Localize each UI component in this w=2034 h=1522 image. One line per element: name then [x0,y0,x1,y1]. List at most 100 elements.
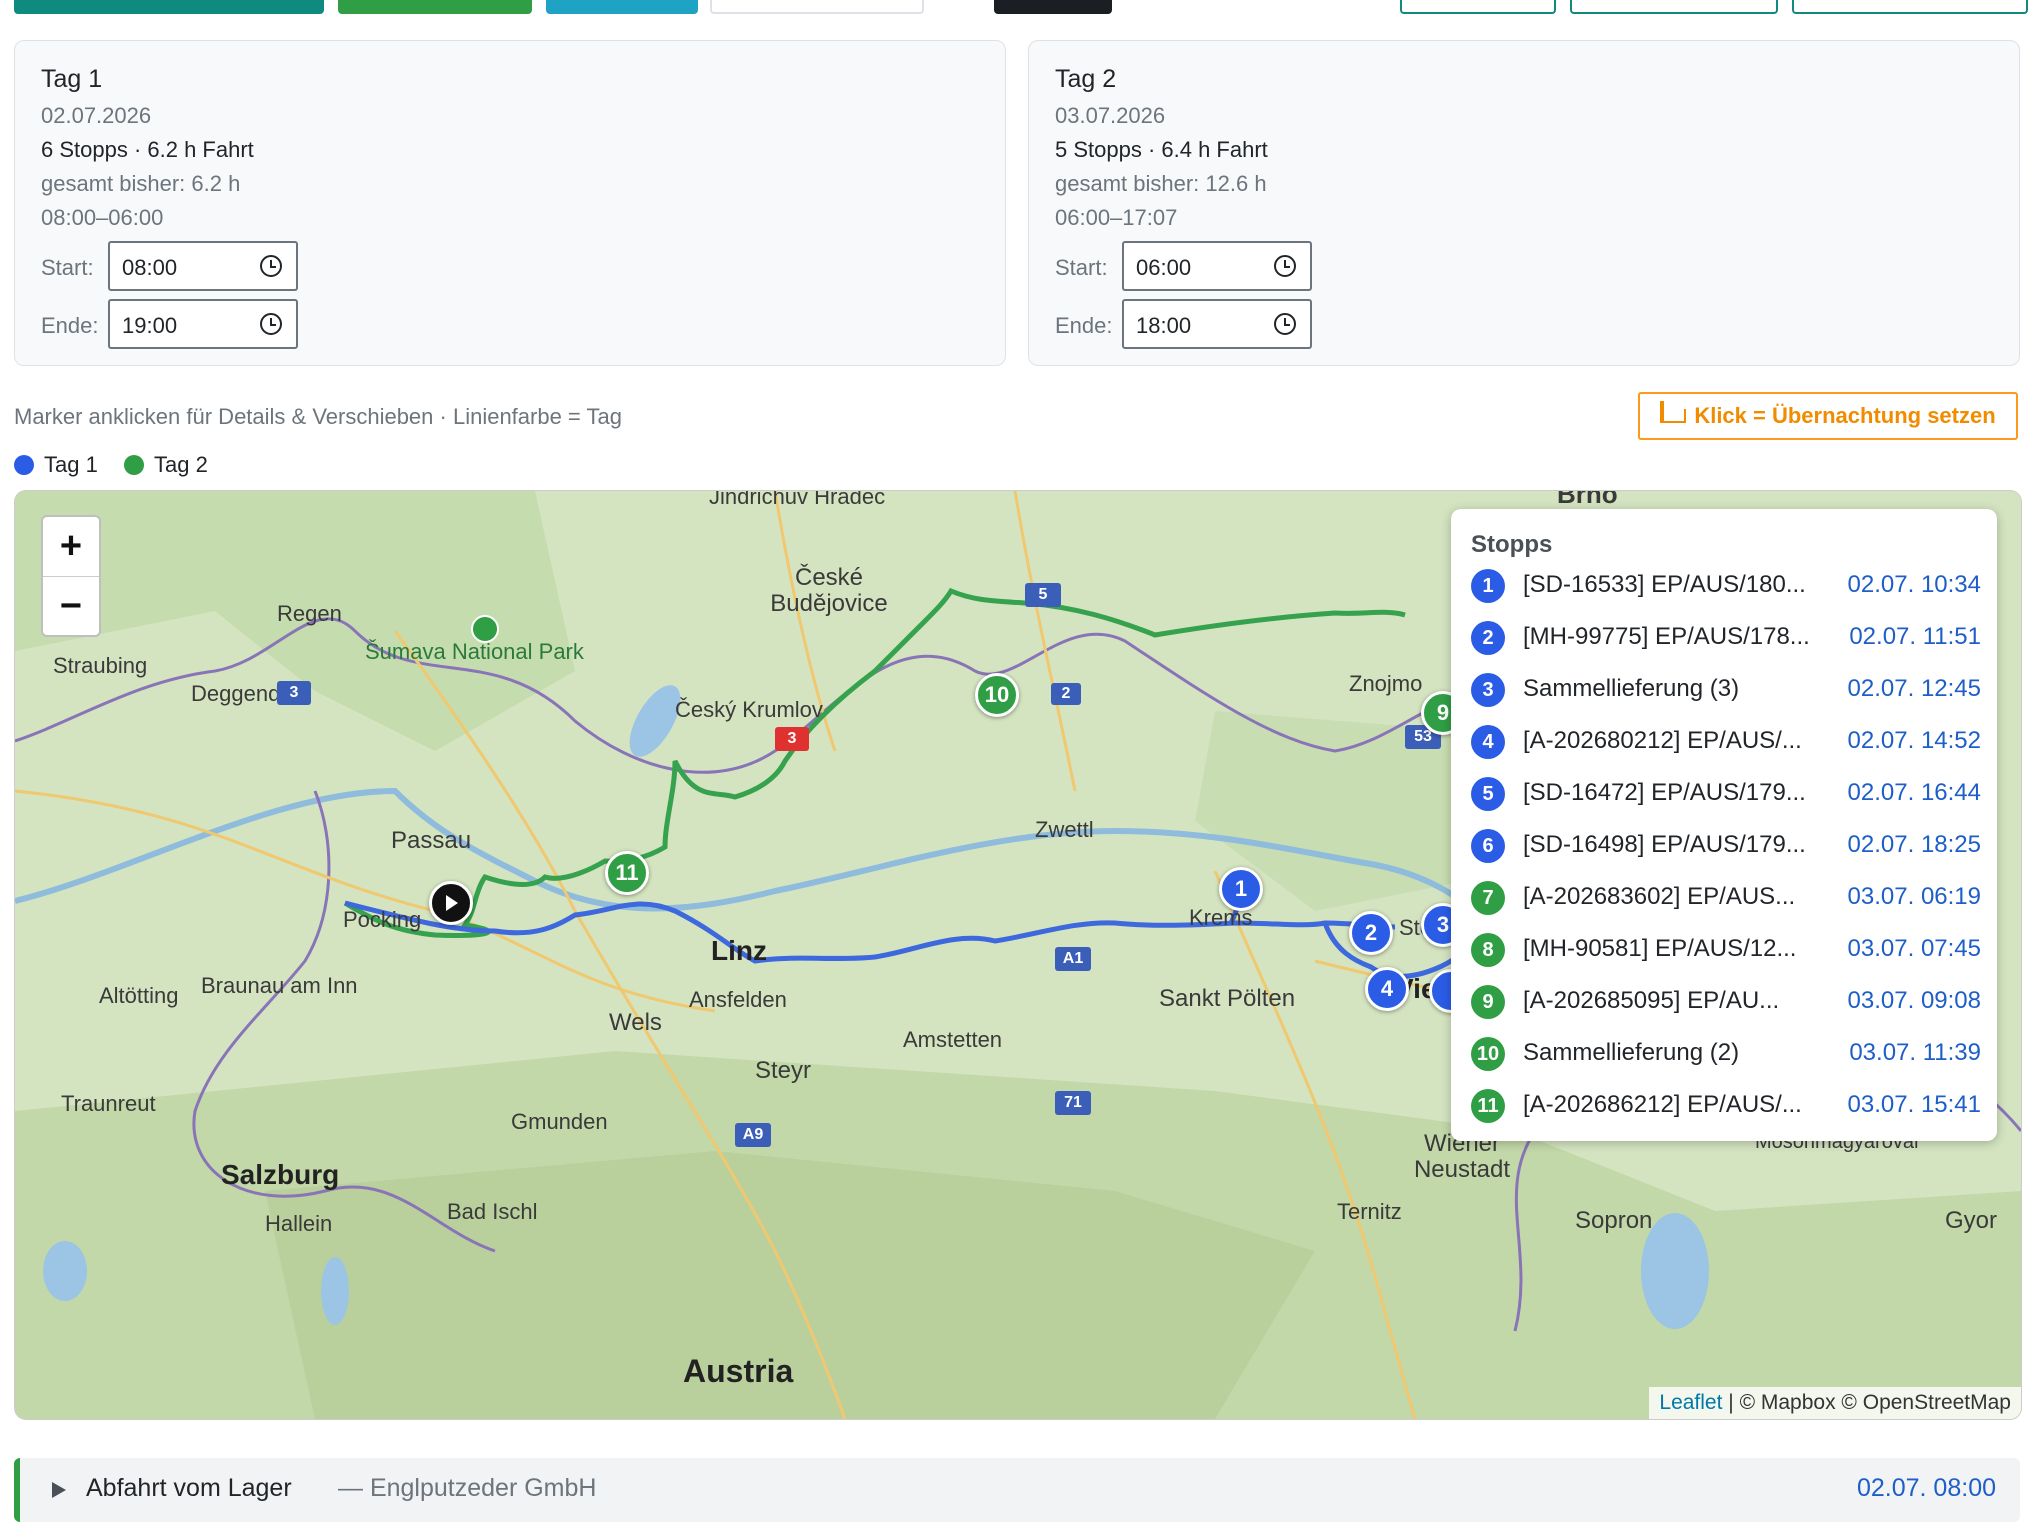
stop-number-badge: 7 [1471,881,1505,915]
zoom-control: + − [41,515,101,637]
stop-label: [SD-16498] EP/AUS/179... [1523,831,1806,858]
stop-number-badge: 11 [1471,1089,1505,1123]
toolbar-button-2[interactable] [338,0,532,14]
leaflet-link[interactable]: Leaflet [1659,1391,1722,1414]
expand-triangle-icon[interactable] [52,1482,66,1498]
map-place-label: Znojmo [1349,671,1423,696]
stop-row[interactable]: 3 Sammellieferung (3) 02.07. 12:45 [1471,669,1981,709]
legend-dot-day-2 [124,455,144,475]
stop-row[interactable]: 8 [MH-90581] EP/AUS/12... 03.07. 07:45 [1471,929,1981,969]
map-hint: Marker anklicken für Details & Verschieb… [14,404,622,429]
legend-day-1: Tag 1 [14,452,98,478]
map-place-label: Sopron [1575,1207,1653,1234]
zoom-in-button[interactable]: + [43,517,99,577]
map-place-label: Straubing [53,653,148,678]
end-time-input[interactable]: 18:00 [1122,299,1312,349]
stop-row[interactable]: 9 [A-202685095] EP/AU... 03.07. 09:08 [1471,981,1981,1021]
day-summary: 5 Stopps · 6.4 h Fahrt [1055,137,1268,162]
map-place-label: Gmunden [511,1109,608,1134]
road-shield: 2 [1051,683,1081,705]
clock-icon[interactable] [1274,313,1296,335]
overnight-button-label: Klick = Übernachtung setzen [1694,403,1996,428]
stop-label: [A-202683602] EP/AUS... [1523,883,1796,910]
map-place-label: Brno [1557,490,1618,509]
end-label: Ende: [1055,313,1113,338]
day-range: 06:00–17:07 [1055,205,1178,230]
map-place-label: Šumava National Park [365,639,584,664]
toolbar-thumbnail [994,0,1112,14]
day-total: gesamt bisher: 6.2 h [41,171,241,196]
clock-icon[interactable] [260,255,282,277]
start-marker[interactable] [429,881,473,925]
stop-label: [A-202680212] EP/AUS/... [1523,727,1802,754]
departure-row[interactable]: Abfahrt vom Lager — Englputzeder GmbH 02… [14,1458,2020,1522]
stop-row[interactable]: 5 [SD-16472] EP/AUS/179... 02.07. 16:44 [1471,773,1981,813]
stop-row[interactable]: 1 [SD-16533] EP/AUS/180... 02.07. 10:34 [1471,565,1981,605]
stop-row[interactable]: 6 [SD-16498] EP/AUS/179... 02.07. 18:25 [1471,825,1981,865]
stop-time: 02.07. 12:45 [1847,675,1981,702]
map-place-label: Braunau am Inn [201,973,358,998]
map-place-label: Amstetten [903,1027,1003,1052]
zoom-out-button[interactable]: − [43,577,99,636]
start-time-input[interactable]: 08:00 [108,241,298,291]
toolbar-button-3[interactable] [546,0,698,14]
stop-row[interactable]: 10 Sammellieferung (2) 03.07. 11:39 [1471,1033,1981,1073]
day-date: 02.07.2026 [41,103,152,128]
route-map[interactable]: Jindrichuv Hradec České Budějovice Regen… [14,490,2022,1420]
stop-time: 03.07. 11:39 [1849,1039,1981,1066]
stop-number-badge: 8 [1471,933,1505,967]
toolbar-input[interactable] [710,0,924,14]
overnight-button[interactable]: Klick = Übernachtung setzen [1638,392,2018,440]
top-toolbar [0,0,2034,16]
stops-panel-title: Stopps [1471,531,1553,558]
end-time-value: 18:00 [1136,313,1192,338]
map-place-label: Ansfelden [689,987,787,1012]
road-shield: 71 [1055,1091,1091,1115]
stop-label: Sammellieferung (3) [1523,675,1740,702]
park-icon [471,615,499,643]
departure-label: Abfahrt vom Lager [86,1474,292,1502]
stops-panel: Stopps 1 [SD-16533] EP/AUS/180... 02.07. 1… [1451,509,1997,1141]
map-place-label: Austria [683,1353,794,1389]
stop-number-badge: 6 [1471,829,1505,863]
day-date: 03.07.2026 [1055,103,1166,128]
stop-row[interactable]: 11 [A-202686212] EP/AUS/... 03.07. 15:41 [1471,1085,1981,1125]
stop-marker-4[interactable]: 4 [1365,967,1409,1011]
stop-time: 02.07. 11:51 [1849,623,1981,650]
day-range: 08:00–06:00 [41,205,164,230]
stop-marker-10[interactable]: 10 [975,673,1019,717]
stop-row[interactable]: 7 [A-202683602] EP/AUS... 03.07. 06:19 [1471,877,1981,917]
toolbar-button-6[interactable] [1792,0,2028,14]
legend-dot-day-1 [14,455,34,475]
stop-number-badge: 1 [1471,569,1505,603]
toolbar-button-5[interactable] [1570,0,1778,14]
stop-marker-1[interactable]: 1 [1219,867,1263,911]
map-place-label: Wels [609,1009,662,1036]
stop-number-badge: 3 [1471,673,1505,707]
stop-label: [SD-16533] EP/AUS/180... [1523,571,1806,598]
map-place-label: Ternitz [1337,1199,1402,1224]
stop-row[interactable]: 4 [A-202680212] EP/AUS/... 02.07. 14:52 [1471,721,1981,761]
stop-label: [A-202685095] EP/AU... [1523,987,1780,1014]
start-label: Start: [41,255,94,280]
stop-marker-2[interactable]: 2 [1349,911,1393,955]
stop-row[interactable]: 2 [MH-99775] EP/AUS/178... 02.07. 11:51 [1471,617,1981,657]
stop-marker-11[interactable]: 11 [605,851,649,895]
stop-number-badge: 4 [1471,725,1505,759]
legend-label: Tag 1 [44,452,98,477]
stop-time: 02.07. 10:34 [1847,571,1981,598]
start-time-input[interactable]: 06:00 [1122,241,1312,291]
road-shield: 5 [1025,583,1061,607]
toolbar-button-1[interactable] [14,0,324,14]
day-card-2: Tag 2 03.07.2026 5 Stopps · 6.4 h Fahrt … [1028,40,2020,366]
toolbar-button-4[interactable] [1400,0,1556,14]
clock-icon[interactable] [260,313,282,335]
stop-number-badge: 5 [1471,777,1505,811]
clock-icon[interactable] [1274,255,1296,277]
map-place-label: Pocking [343,907,422,932]
end-time-value: 19:00 [122,313,178,338]
map-place-label: Bad Ischl [447,1199,538,1224]
stop-number-badge: 9 [1471,985,1505,1019]
end-time-input[interactable]: 19:00 [108,299,298,349]
map-place-label: Passau [391,827,472,854]
